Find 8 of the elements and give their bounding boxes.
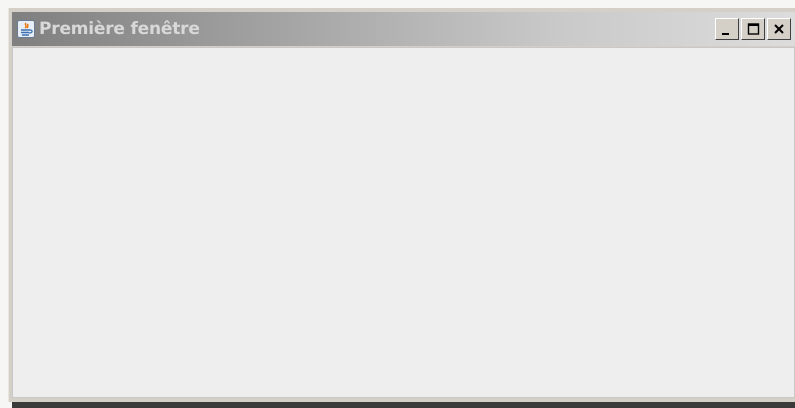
- minimize-icon: [722, 33, 729, 35]
- coffee-cup-icon: [17, 20, 35, 38]
- close-icon: [772, 22, 786, 36]
- close-button[interactable]: [767, 18, 791, 40]
- maximize-button[interactable]: [741, 18, 765, 40]
- window-title: Première fenêtre: [39, 19, 200, 39]
- maximize-icon: [746, 22, 760, 36]
- minimize-button[interactable]: [715, 18, 739, 40]
